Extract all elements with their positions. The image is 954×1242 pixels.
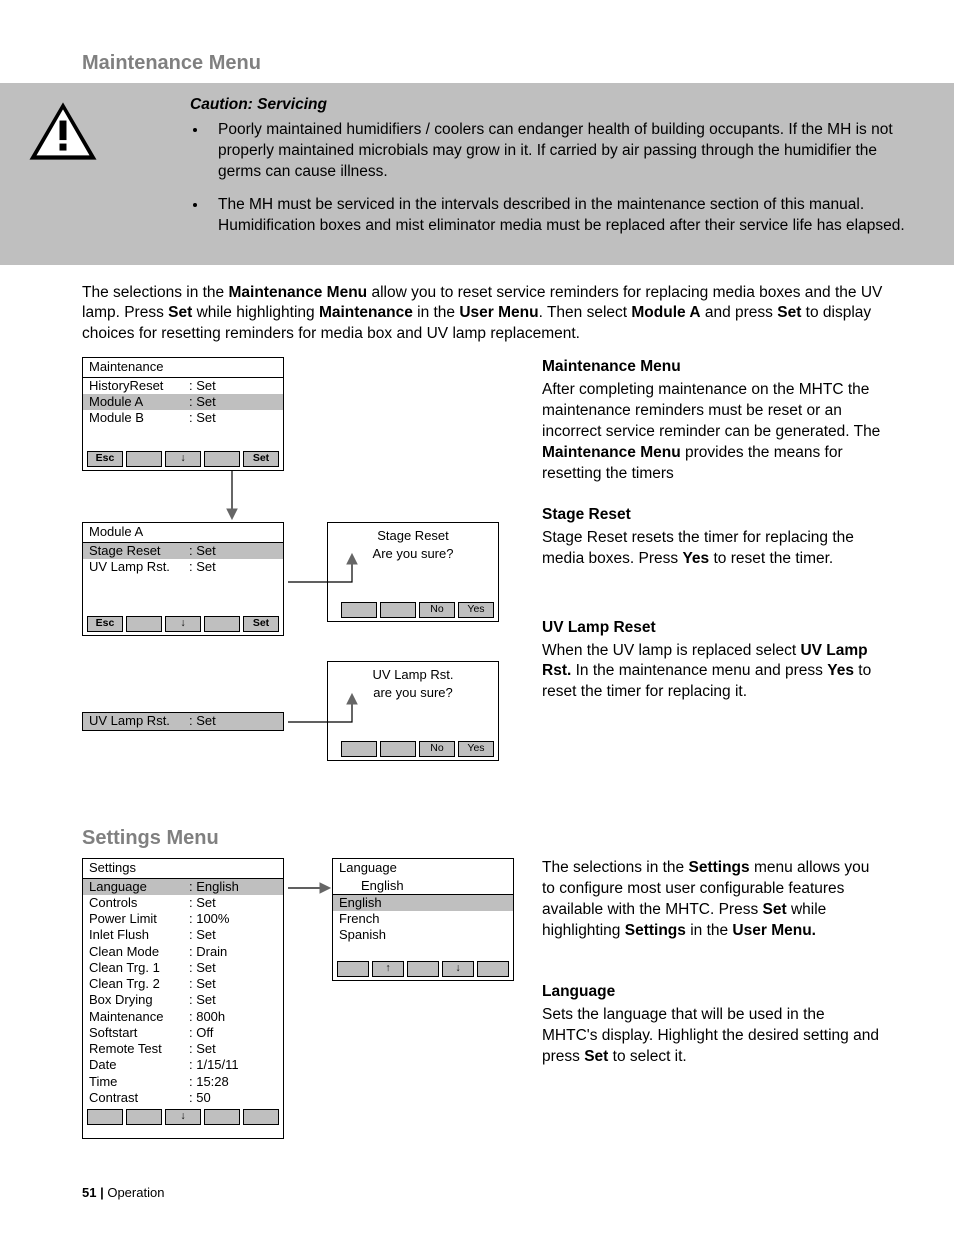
menu-row-selected[interactable]: UV Lamp Rst.: Set	[83, 713, 283, 729]
down-arrow-button[interactable]	[165, 616, 201, 632]
caution-heading: Caution: Servicing	[130, 95, 916, 116]
confirm-line: are you sure?	[328, 684, 498, 702]
module-a-panel: Module A Stage Reset: Set UV Lamp Rst.: …	[82, 522, 284, 636]
menu-row[interactable]: Clean Mode: Drain	[83, 944, 283, 960]
menu-row-selected[interactable]: Stage Reset: Set	[83, 543, 283, 559]
yes-button[interactable]: Yes	[458, 741, 494, 757]
caution-bullet: The MH must be serviced in the intervals…	[208, 195, 916, 237]
menu-row[interactable]: UV Lamp Rst.: Set	[83, 559, 283, 575]
yes-button[interactable]: Yes	[458, 602, 494, 618]
blank-button	[341, 741, 377, 757]
menu-row[interactable]: French	[333, 911, 513, 927]
confirm-line: Stage Reset	[328, 527, 498, 545]
caution-bullet: Poorly maintained humidifiers / coolers …	[208, 120, 916, 183]
uv-lamp-reset-confirm: UV Lamp Rst. are you sure? No Yes	[327, 661, 499, 761]
menu-row[interactable]: Time: 15:28	[83, 1074, 283, 1090]
blank-button	[337, 961, 369, 977]
menu-row[interactable]: Module B: Set	[83, 410, 283, 426]
caution-box: Caution: Servicing Poorly maintained hum…	[0, 83, 954, 265]
blank-button	[87, 1109, 123, 1125]
menu-row[interactable]: HistoryReset: Set	[83, 378, 283, 394]
set-button[interactable]: Set	[243, 616, 279, 632]
set-button[interactable]: Set	[243, 451, 279, 467]
blank-button	[204, 616, 240, 632]
esc-button[interactable]: Esc	[87, 616, 123, 632]
menu-row[interactable]: Controls: Set	[83, 895, 283, 911]
section-heading-maintenance: Maintenance Menu	[82, 50, 884, 77]
blank-button	[204, 451, 240, 467]
blank-button	[204, 1109, 240, 1125]
confirm-line: UV Lamp Rst.	[328, 666, 498, 684]
down-arrow-button[interactable]	[442, 961, 474, 977]
blank-button	[380, 602, 416, 618]
down-arrow-button[interactable]	[165, 1109, 201, 1125]
no-button[interactable]: No	[419, 602, 455, 618]
blank-button	[126, 616, 162, 632]
uv-lamp-reset-desc: UV Lamp Reset When the UV lamp is replac…	[542, 618, 884, 704]
panel-title: Module A	[83, 523, 283, 541]
stage-reset-confirm: Stage Reset Are you sure? No Yes	[327, 522, 499, 622]
menu-row[interactable]: Contrast: 50	[83, 1090, 283, 1106]
blank-button	[380, 741, 416, 757]
menu-row[interactable]: Box Drying: Set	[83, 992, 283, 1008]
menu-row[interactable]: Clean Trg. 2: Set	[83, 976, 283, 992]
section-heading-settings: Settings Menu	[82, 825, 884, 852]
settings-panel: Settings Language: EnglishControls: SetP…	[82, 858, 284, 1139]
panel-title: Maintenance	[83, 358, 283, 376]
menu-row-selected[interactable]: Module A: Set	[83, 394, 283, 410]
menu-row-selected[interactable]: English	[333, 895, 513, 911]
blank-button	[341, 602, 377, 618]
blank-button	[126, 1109, 162, 1125]
intro-paragraph: The selections in the Maintenance Menu a…	[82, 283, 884, 346]
menu-row[interactable]: Clean Trg. 1: Set	[83, 960, 283, 976]
blank-button	[407, 961, 439, 977]
no-button[interactable]: No	[419, 741, 455, 757]
warning-icon	[18, 95, 98, 249]
stage-reset-desc: Stage Reset Stage Reset resets the timer…	[542, 505, 884, 570]
down-arrow-button[interactable]	[165, 451, 201, 467]
uv-lamp-row-panel: UV Lamp Rst.: Set	[82, 712, 284, 730]
menu-row[interactable]: Softstart: Off	[83, 1025, 283, 1041]
language-desc: Language Sets the language that will be …	[542, 982, 884, 1068]
menu-row[interactable]: Power Limit: 100%	[83, 911, 283, 927]
up-arrow-button[interactable]	[372, 961, 404, 977]
settings-intro: The selections in the Settings menu allo…	[542, 858, 884, 942]
menu-row[interactable]: Maintenance: 800h	[83, 1009, 283, 1025]
menu-row[interactable]: Inlet Flush: Set	[83, 927, 283, 943]
menu-row[interactable]: Spanish	[333, 927, 513, 943]
maintenance-menu-desc: Maintenance Menu After completing mainte…	[542, 357, 884, 485]
language-panel: Language English English French Spanish	[332, 858, 514, 980]
confirm-line: Are you sure?	[328, 545, 498, 563]
blank-button	[243, 1109, 279, 1125]
maintenance-panel: Maintenance HistoryReset: Set Module A: …	[82, 357, 284, 471]
menu-row: English	[333, 878, 513, 894]
panel-title: Settings	[83, 859, 283, 877]
page-footer: 51 | Operation	[82, 1184, 884, 1202]
menu-row[interactable]: Remote Test: Set	[83, 1041, 283, 1057]
esc-button[interactable]: Esc	[87, 451, 123, 467]
blank-button	[126, 451, 162, 467]
blank-button	[477, 961, 509, 977]
menu-row[interactable]: Date: 1/15/11	[83, 1057, 283, 1073]
menu-row-selected[interactable]: Language: English	[83, 879, 283, 895]
panel-title: Language	[333, 859, 513, 877]
